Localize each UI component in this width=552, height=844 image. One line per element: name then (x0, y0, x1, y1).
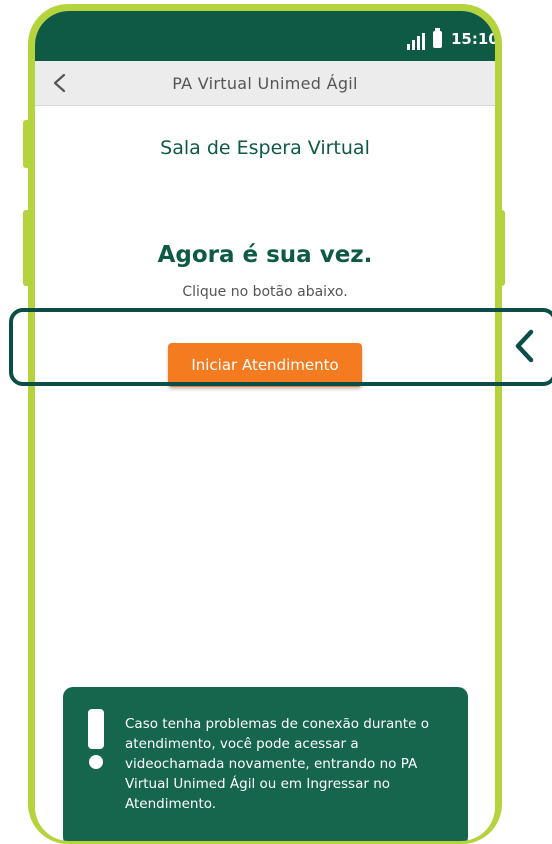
status-bar: 15:10 (35, 11, 495, 61)
phone-screen: 15:10 PA Virtual Unimed Ágil Sala de Esp… (35, 11, 495, 841)
signal-icon (407, 33, 425, 50)
phone-frame: 15:10 PA Virtual Unimed Ágil Sala de Esp… (28, 4, 502, 844)
app-title: PA Virtual Unimed Ágil (172, 74, 358, 93)
highlight-box (9, 308, 552, 386)
connection-notice: Caso tenha problemas de conexão durante … (63, 687, 468, 841)
battery-icon (433, 28, 442, 48)
status-time: 15:10 (451, 30, 495, 48)
app-bar: PA Virtual Unimed Ágil (35, 61, 495, 106)
notice-text: Caso tenha problemas de conexão durante … (125, 716, 429, 812)
page-title: Agora é sua vez. (157, 242, 373, 268)
instruction-text: Clique no botão abaixo. (182, 284, 348, 300)
chevron-left-icon (515, 329, 534, 363)
exclamation-icon (85, 709, 107, 773)
room-title: Sala de Espera Virtual (160, 137, 370, 159)
